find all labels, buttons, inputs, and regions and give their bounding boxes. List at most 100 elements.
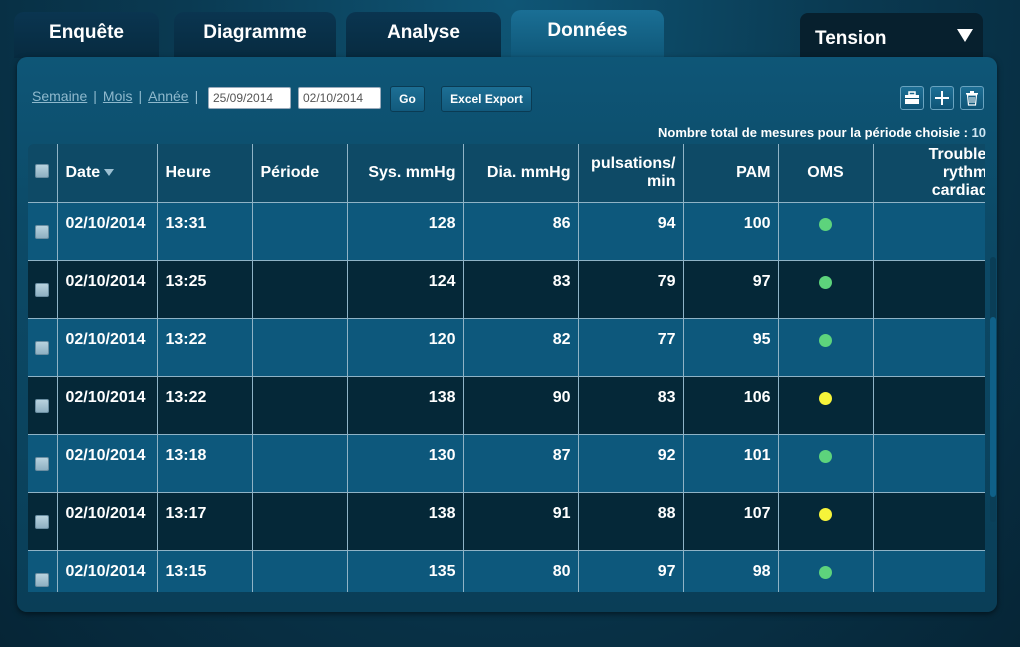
column-header-dia[interactable]: Dia. mmHg	[463, 144, 579, 203]
select-all-checkbox[interactable]	[35, 164, 50, 179]
cell-pam: 107	[683, 492, 779, 551]
cell-pulsations: 94	[578, 202, 684, 261]
briefcase-icon[interactable]	[900, 86, 924, 110]
column-header-pam[interactable]: PAM	[683, 144, 779, 203]
row-checkbox[interactable]	[35, 572, 50, 587]
row-checkbox-cell	[28, 492, 58, 551]
row-checkbox-cell	[28, 434, 58, 493]
cell-trouble	[873, 260, 985, 319]
cell-date: 02/10/2014	[57, 318, 158, 377]
go-button[interactable]: Go	[390, 86, 425, 112]
tab-enquete[interactable]: Enquête	[14, 12, 159, 58]
row-checkbox[interactable]	[35, 456, 50, 471]
table-row[interactable]: 02/10/2014 13:18 130 87 92 101	[28, 434, 985, 493]
tab-donnees[interactable]: Données	[511, 10, 664, 58]
column-header-date[interactable]: Date	[57, 144, 158, 203]
cell-periode	[252, 434, 348, 493]
triangle-down-icon	[957, 29, 973, 42]
column-header-oms[interactable]: OMS	[778, 144, 874, 203]
measure-select[interactable]: Tension	[800, 13, 983, 59]
cell-dia: 91	[463, 492, 579, 551]
cell-sys: 130	[347, 434, 464, 493]
cell-oms	[778, 492, 874, 551]
excel-export-button[interactable]: Excel Export	[441, 86, 532, 112]
table-row[interactable]: 02/10/2014 13:31 128 86 94 100	[28, 202, 985, 261]
cell-oms	[778, 550, 874, 592]
period-filters: Semaine | Mois | Année |	[32, 88, 204, 104]
table-row[interactable]: 02/10/2014 13:17 138 91 88 107	[28, 492, 985, 551]
oms-status-dot-icon	[819, 507, 832, 521]
cell-date: 02/10/2014	[57, 492, 158, 551]
table-row[interactable]: 02/10/2014 13:22 120 82 77 95	[28, 318, 985, 377]
row-checkbox-cell	[28, 550, 58, 592]
cell-trouble	[873, 434, 985, 493]
cell-trouble	[873, 318, 985, 377]
scrollbar-thumb[interactable]	[990, 317, 996, 497]
cell-date: 02/10/2014	[57, 260, 158, 319]
oms-status-dot-icon	[819, 275, 832, 289]
row-checkbox[interactable]	[35, 514, 50, 529]
row-checkbox[interactable]	[35, 224, 50, 239]
cell-dia: 83	[463, 260, 579, 319]
column-header-date-label: Date	[65, 163, 101, 181]
cell-pulsations: 97	[578, 550, 684, 592]
filter-month-link[interactable]: Mois	[103, 88, 133, 104]
cell-heure: 13:15	[157, 550, 253, 592]
row-checkbox[interactable]	[35, 340, 50, 355]
tab-analyse[interactable]: Analyse	[346, 12, 501, 58]
cell-pam: 106	[683, 376, 779, 435]
column-header-periode[interactable]: Période	[252, 144, 348, 203]
table-scrollbar[interactable]	[990, 257, 996, 522]
filter-week-link[interactable]: Semaine	[32, 88, 87, 104]
table-row[interactable]: 02/10/2014 13:22 138 90 83 106	[28, 376, 985, 435]
cell-periode	[252, 318, 348, 377]
tab-diagramme[interactable]: Diagramme	[174, 12, 336, 58]
column-header-sys[interactable]: Sys. mmHg	[347, 144, 464, 203]
column-header-heure[interactable]: Heure	[157, 144, 253, 203]
cell-heure: 13:25	[157, 260, 253, 319]
cell-oms	[778, 434, 874, 493]
table-row[interactable]: 02/10/2014 13:25 124 83 79 97	[28, 260, 985, 319]
cell-date: 02/10/2014	[57, 434, 158, 493]
date-to-input[interactable]: 02/10/2014	[298, 87, 381, 109]
cell-sys: 124	[347, 260, 464, 319]
cell-heure: 13:22	[157, 376, 253, 435]
row-checkbox[interactable]	[35, 282, 50, 297]
cell-date: 02/10/2014	[57, 550, 158, 592]
column-header-pulsations[interactable]: pulsations/ min	[578, 144, 684, 203]
row-checkbox[interactable]	[35, 398, 50, 413]
data-panel: Semaine | Mois | Année | 25/09/2014 02/1…	[17, 57, 997, 612]
measure-select-label: Tension	[815, 28, 887, 49]
oms-status-dot-icon	[819, 217, 832, 231]
trash-icon[interactable]	[960, 86, 984, 110]
cell-oms	[778, 318, 874, 377]
cell-pam: 95	[683, 318, 779, 377]
plus-icon[interactable]	[930, 86, 954, 110]
filter-year-link[interactable]: Année	[148, 88, 188, 104]
total-label: Nombre total de mesures pour la période …	[658, 125, 968, 140]
total-measures: Nombre total de mesures pour la période …	[658, 125, 986, 140]
cell-oms	[778, 260, 874, 319]
cell-trouble	[873, 376, 985, 435]
row-checkbox-cell	[28, 202, 58, 261]
cell-periode	[252, 202, 348, 261]
cell-pulsations: 88	[578, 492, 684, 551]
oms-status-dot-icon	[819, 449, 832, 463]
total-value: 10	[971, 125, 986, 140]
cell-trouble	[873, 550, 985, 592]
cell-sys: 128	[347, 202, 464, 261]
cell-heure: 13:18	[157, 434, 253, 493]
separator: |	[194, 88, 199, 104]
cell-dia: 86	[463, 202, 579, 261]
cell-pulsations: 83	[578, 376, 684, 435]
table-row[interactable]: 02/10/2014 13:15 135 80 97 98	[28, 550, 985, 592]
row-checkbox-cell	[28, 260, 58, 319]
cell-date: 02/10/2014	[57, 202, 158, 261]
date-from-input[interactable]: 25/09/2014	[208, 87, 291, 109]
cell-pam: 101	[683, 434, 779, 493]
cell-dia: 82	[463, 318, 579, 377]
column-header-trouble[interactable]: Trouble du rythme cardiaque	[873, 144, 985, 203]
cell-pulsations: 79	[578, 260, 684, 319]
cell-pam: 97	[683, 260, 779, 319]
cell-trouble	[873, 202, 985, 261]
